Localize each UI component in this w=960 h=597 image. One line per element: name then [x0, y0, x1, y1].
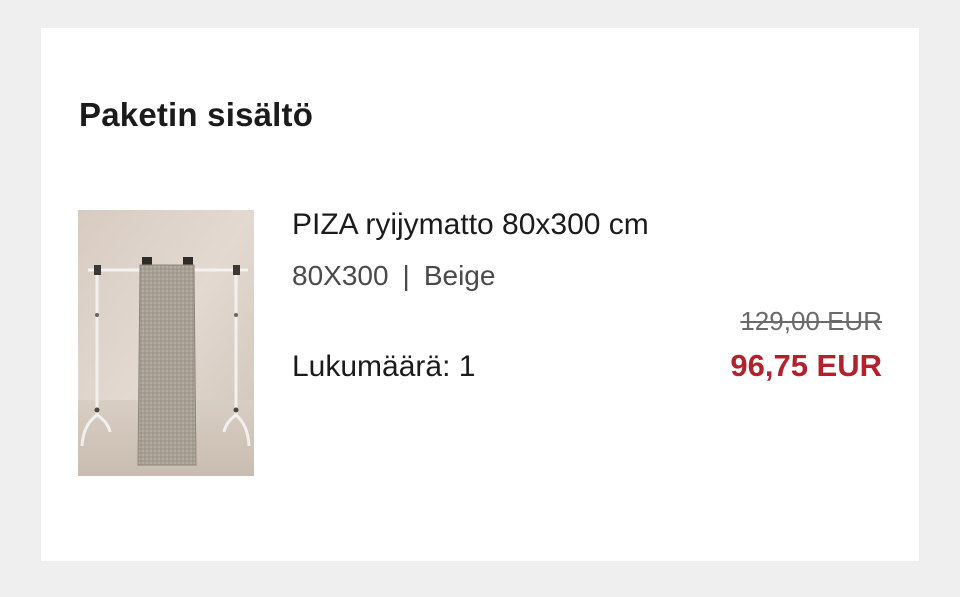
product-image[interactable] [78, 210, 254, 476]
quantity-label: Lukumäärä: [292, 350, 451, 383]
variant-color: Beige [423, 260, 496, 291]
product-name[interactable]: PIZA ryijymatto 80x300 cm [292, 208, 649, 242]
package-contents-card: Paketin sisältö PIZA ryijymatto 80x300 c… [41, 28, 919, 561]
sale-price: 96,75 EUR [730, 348, 882, 383]
original-price: 129,00 EUR [740, 306, 882, 336]
quantity-value: 1 [458, 350, 476, 383]
quantity: Lukumäärä: 1 [292, 350, 475, 384]
variant-size: 80X300 [292, 260, 389, 291]
product-variant: 80X300 | Beige [292, 260, 495, 292]
variant-separator: | [402, 260, 410, 291]
section-title: Paketin sisältö [79, 96, 314, 133]
rug-photo-icon [78, 210, 254, 476]
